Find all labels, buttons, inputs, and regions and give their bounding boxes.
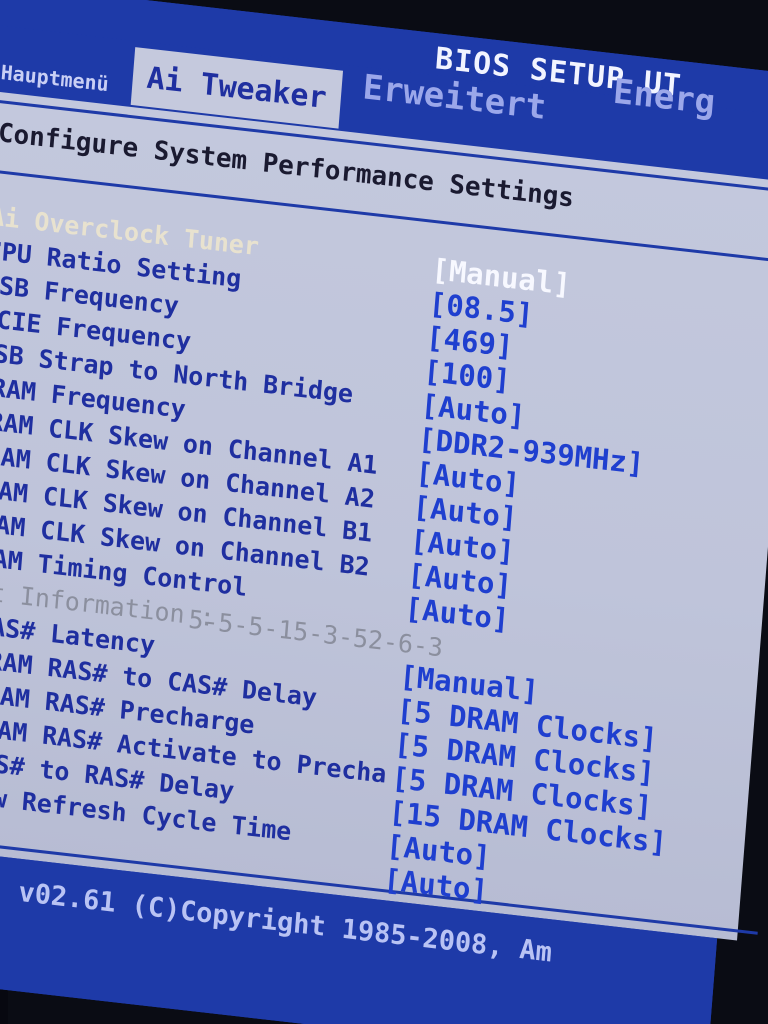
tab-main[interactable]: Hauptmenü — [0, 60, 110, 96]
settings-panel: Configure System Performance Settings Ai… — [0, 89, 768, 941]
bios-screen: BIOS SETUP UT Hauptmenü Ai Tweaker Erwei… — [0, 0, 768, 1024]
